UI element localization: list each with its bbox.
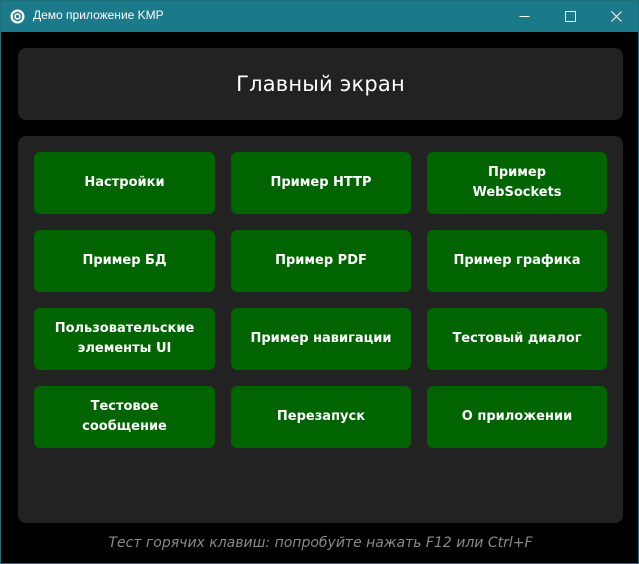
test-message-button[interactable]: Тестовое сообщение: [34, 386, 215, 448]
http-example-button[interactable]: Пример HTTP: [231, 152, 411, 214]
chart-example-button[interactable]: Пример графика: [427, 230, 607, 292]
page-title: Главный экран: [236, 72, 405, 96]
header-card: Главный экран: [18, 48, 623, 120]
minimize-icon: [519, 16, 529, 17]
kmp-app-icon: [10, 9, 25, 24]
navigation-example-button[interactable]: Пример навигации: [231, 308, 411, 370]
menu-card: Настройки Пример HTTP Пример WebSockets …: [18, 136, 623, 523]
minimize-button[interactable]: [501, 1, 547, 32]
maximize-icon: [564, 11, 576, 22]
app-window: Демо приложение KMP Главный экран Настро…: [0, 0, 639, 564]
database-example-button[interactable]: Пример БД: [34, 230, 215, 292]
about-button[interactable]: О приложении: [427, 386, 607, 448]
close-button[interactable]: [593, 1, 639, 32]
title-bar[interactable]: Демо приложение KMP: [1, 1, 638, 32]
settings-button[interactable]: Настройки: [34, 152, 215, 214]
restart-button[interactable]: Перезапуск: [231, 386, 411, 448]
window-title: Демо приложение KMP: [33, 8, 164, 22]
pdf-example-button[interactable]: Пример PDF: [231, 230, 411, 292]
hotkey-hint: Тест горячих клавиш: попробуйте нажать F…: [108, 535, 533, 551]
custom-ui-elements-button[interactable]: Пользовательские элементы UI: [34, 308, 215, 370]
maximize-button[interactable]: [547, 1, 593, 32]
test-dialog-button[interactable]: Тестовый диалог: [427, 308, 607, 370]
websockets-example-button[interactable]: Пример WebSockets: [427, 152, 607, 214]
close-icon: [610, 11, 622, 22]
menu-grid: Настройки Пример HTTP Пример WebSockets …: [34, 152, 607, 448]
